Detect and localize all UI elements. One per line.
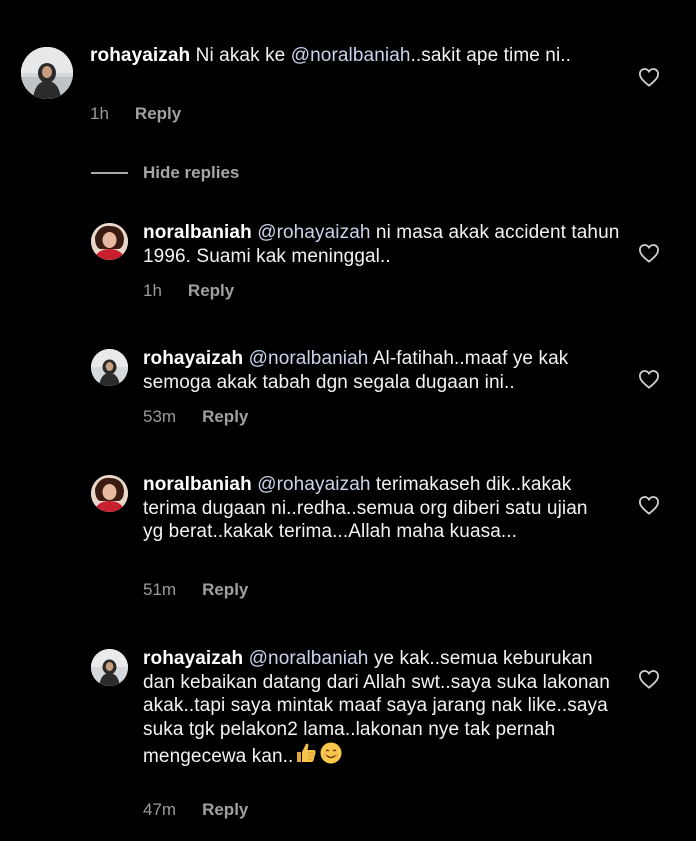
avatar[interactable] [91, 223, 128, 260]
username[interactable]: rohayaizah [90, 45, 190, 66]
comment-text: rohayaizah @noralbaniah Al-fatihah..maaf… [143, 348, 574, 393]
username[interactable]: rohayaizah [143, 348, 243, 369]
heart-icon[interactable] [638, 243, 660, 263]
comments-thread: rohayaizah Ni akak ke @noralbaniah..saki… [0, 0, 696, 841]
comment-text: rohayaizah Ni akak ke @noralbaniah..saki… [90, 45, 572, 66]
divider [91, 172, 128, 174]
mention-link[interactable]: @rohayaizah [257, 474, 370, 495]
username[interactable]: noralbaniah [143, 222, 252, 243]
hide-replies-label: Hide replies [143, 163, 240, 182]
mention-link[interactable]: @noralbaniah [291, 45, 411, 66]
comment-meta: 1h Reply [90, 104, 181, 124]
comment-meta: 47m Reply [143, 800, 248, 820]
comment-text: noralbaniah @rohayaizah ni masa akak acc… [143, 222, 625, 267]
comment-text: rohayaizah @noralbaniah ye kak..semua ke… [143, 647, 613, 772]
username[interactable]: rohayaizah [143, 648, 243, 669]
timestamp: 1h [143, 281, 162, 300]
smiling-face-emoji [319, 741, 343, 772]
reply-button[interactable]: Reply [188, 281, 234, 301]
heart-icon[interactable] [638, 495, 660, 515]
avatar[interactable] [91, 475, 128, 512]
username[interactable]: noralbaniah [143, 474, 252, 495]
reply-button[interactable]: Reply [202, 580, 248, 600]
reply-button[interactable]: Reply [135, 104, 181, 124]
avatar[interactable] [91, 349, 128, 386]
avatar[interactable] [21, 47, 73, 99]
mention-link[interactable]: @noralbaniah [249, 348, 369, 369]
avatar[interactable] [91, 649, 128, 686]
comment-text: noralbaniah @rohayaizah terimakaseh dik.… [143, 474, 593, 542]
timestamp: 53m [143, 407, 177, 426]
timestamp: 1h [90, 104, 109, 123]
mention-link[interactable]: @noralbaniah [249, 648, 369, 669]
comment-meta: 53m Reply [143, 407, 248, 427]
hide-replies-button[interactable]: Hide replies [91, 160, 239, 186]
comment-meta: 1h Reply [143, 281, 234, 301]
timestamp: 51m [143, 580, 177, 599]
heart-icon[interactable] [638, 67, 660, 87]
heart-icon[interactable] [638, 669, 660, 689]
thumbs-up-emoji [294, 741, 318, 772]
timestamp: 47m [143, 800, 177, 819]
reply-button[interactable]: Reply [202, 800, 248, 820]
mention-link[interactable]: @rohayaizah [257, 222, 370, 243]
reply-button[interactable]: Reply [202, 407, 248, 427]
comment-meta: 51m Reply [143, 580, 248, 600]
heart-icon[interactable] [638, 369, 660, 389]
